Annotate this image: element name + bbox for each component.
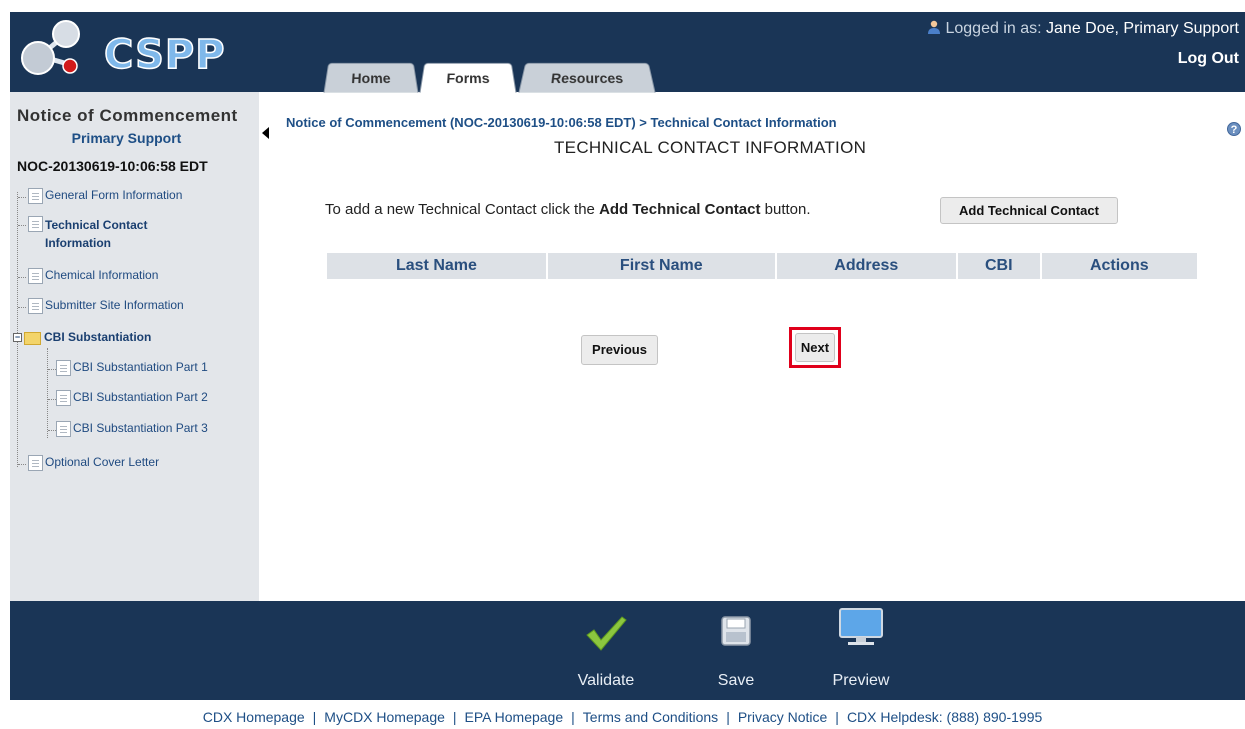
footer-link-terms[interactable]: Terms and Conditions <box>583 709 718 725</box>
site-footer: CDX Homepage | MyCDX Homepage | EPA Homepage… <box>0 700 1245 729</box>
next-button-highlight[interactable]: Next <box>789 327 841 368</box>
sidebar-form-id: NOC-20130619-10:06:58 EDT <box>17 158 208 174</box>
save-button[interactable]: Save <box>706 601 766 700</box>
footer-separator: | <box>452 709 457 725</box>
footer-separator: | <box>571 709 575 725</box>
previous-button[interactable]: Previous <box>581 335 658 365</box>
footer-link-mycdx-homepage[interactable]: MyCDX Homepage <box>324 709 445 725</box>
column-header-address[interactable]: Address <box>776 253 956 279</box>
sidebar-item-label: CBI Substantiation Part 3 <box>73 421 208 435</box>
tab-resources-label: Resources <box>550 70 624 87</box>
sidebar-item-label: CBI Substantiation Part 2 <box>73 390 208 404</box>
sidebar-title: Notice of Commencement <box>17 106 238 125</box>
tree-branch <box>18 464 26 465</box>
instructions-bold: Add Technical Contact <box>599 201 761 218</box>
footer-separator: | <box>312 709 317 725</box>
sidebar-item-label: General Form Information <box>45 188 183 202</box>
tab-forms-label: Forms <box>445 70 491 87</box>
sidebar-item-general-form-info[interactable]: General Form Information <box>28 188 182 204</box>
footer-link-cdx-homepage[interactable]: CDX Homepage <box>203 709 305 725</box>
document-icon <box>28 268 43 284</box>
help-icon[interactable]: ? <box>1227 122 1241 136</box>
molecule-logo-icon <box>21 20 80 75</box>
footer-separator: | <box>835 709 839 725</box>
document-icon <box>28 188 43 204</box>
footer-link-epa-homepage[interactable]: EPA Homepage <box>465 709 564 725</box>
tab-home[interactable]: Home <box>323 62 419 93</box>
logged-in-prefix: Logged in as: <box>945 20 1042 37</box>
breadcrumb[interactable]: Notice of Commencement (NOC-20130619-10:… <box>286 115 837 130</box>
instructions-post: button. <box>764 201 811 218</box>
footer-separator: | <box>726 709 730 725</box>
tab-resources[interactable]: Resources <box>518 62 656 93</box>
document-icon <box>28 455 43 471</box>
sidebar-folder-cbi-substantiation[interactable]: − CBI Substantiation <box>13 330 151 345</box>
document-icon <box>56 360 71 376</box>
tree-branch <box>18 277 26 278</box>
technical-contacts-table: Last Name First Name Address CBI Actions <box>325 253 1199 279</box>
sidebar-item-label: CBI Substantiation <box>44 330 152 344</box>
column-header-last-name[interactable]: Last Name <box>327 253 546 279</box>
sidebar-item-label-line2: Information <box>45 236 111 250</box>
logged-in-info: Logged in as: Jane Doe, Primary Support <box>927 20 1239 38</box>
collapse-minus-icon[interactable]: − <box>13 333 22 342</box>
sidebar-item-label: CBI Substantiation Part 1 <box>73 360 208 374</box>
form-actions-toolbar: Validate Save Preview <box>10 601 1245 700</box>
checkmark-icon <box>586 616 627 651</box>
form-navigation-sidebar: Notice of Commencement Primary Support N… <box>10 92 259 601</box>
next-button[interactable]: Next <box>795 333 835 362</box>
sidebar-item-submitter-site[interactable]: Submitter Site Information <box>28 298 184 314</box>
instructions-pre: To add a new Technical Contact click the <box>325 201 595 218</box>
tree-branch <box>18 307 26 308</box>
tree-branch <box>48 430 56 431</box>
collapse-sidebar-arrow-icon[interactable] <box>262 127 269 139</box>
document-icon <box>56 421 71 437</box>
sidebar-item-technical-contact[interactable]: Technical Contact Information <box>28 216 147 252</box>
column-header-actions[interactable]: Actions <box>1041 253 1197 279</box>
logo-text: CSPP <box>103 31 226 79</box>
sidebar-item-cbi-part-2[interactable]: CBI Substantiation Part 2 <box>56 390 208 406</box>
floppy-disk-icon <box>721 616 751 646</box>
table-header-row: Last Name First Name Address CBI Actions <box>327 253 1197 279</box>
sidebar-item-label: Technical Contact <box>45 218 148 232</box>
preview-label: Preview <box>832 672 890 689</box>
sidebar-item-chemical-info[interactable]: Chemical Information <box>28 268 158 284</box>
column-header-cbi[interactable]: CBI <box>957 253 1040 279</box>
tree-branch <box>18 197 26 198</box>
sidebar-item-cbi-part-3[interactable]: CBI Substantiation Part 3 <box>56 421 208 437</box>
validate-label: Validate <box>577 672 635 689</box>
app-header: CSPP Home Forms Resources Logged in as: … <box>10 12 1245 93</box>
footer-link-privacy[interactable]: Privacy Notice <box>738 709 827 725</box>
document-icon <box>28 216 43 232</box>
user-name: Jane Doe, Primary Support <box>1046 20 1239 37</box>
add-technical-contact-button[interactable]: Add Technical Contact <box>940 197 1118 224</box>
sidebar-item-cbi-part-1[interactable]: CBI Substantiation Part 1 <box>56 360 208 376</box>
document-icon <box>56 390 71 406</box>
sidebar-role: Primary Support <box>71 130 182 146</box>
footer-link-helpdesk[interactable]: CDX Helpdesk: (888) 890-1995 <box>847 709 1042 725</box>
cspp-logo[interactable]: CSPP <box>18 18 238 84</box>
folder-open-icon <box>24 332 41 345</box>
user-icon <box>928 20 941 34</box>
tab-forms[interactable]: Forms <box>419 62 517 93</box>
save-label: Save <box>717 672 755 689</box>
document-icon <box>28 298 43 314</box>
tree-branch <box>48 399 56 400</box>
tree-branch <box>48 369 56 370</box>
sidebar-item-label: Optional Cover Letter <box>45 455 160 469</box>
tree-branch <box>18 225 26 226</box>
tree-connector <box>47 348 48 438</box>
logout-link[interactable]: Log Out <box>1178 50 1239 68</box>
sidebar-item-cover-letter[interactable]: Optional Cover Letter <box>28 455 159 471</box>
instructions-text: To add a new Technical Contact click the… <box>325 201 811 218</box>
monitor-icon <box>839 608 883 645</box>
sidebar-item-label: Chemical Information <box>45 268 159 282</box>
sidebar-item-label: Submitter Site Information <box>45 298 184 312</box>
preview-button[interactable]: Preview <box>822 601 900 700</box>
column-header-first-name[interactable]: First Name <box>547 253 775 279</box>
page-title: TECHNICAL CONTACT INFORMATION <box>554 138 867 157</box>
tab-home-label: Home <box>350 70 392 87</box>
validate-button[interactable]: Validate <box>566 601 646 700</box>
